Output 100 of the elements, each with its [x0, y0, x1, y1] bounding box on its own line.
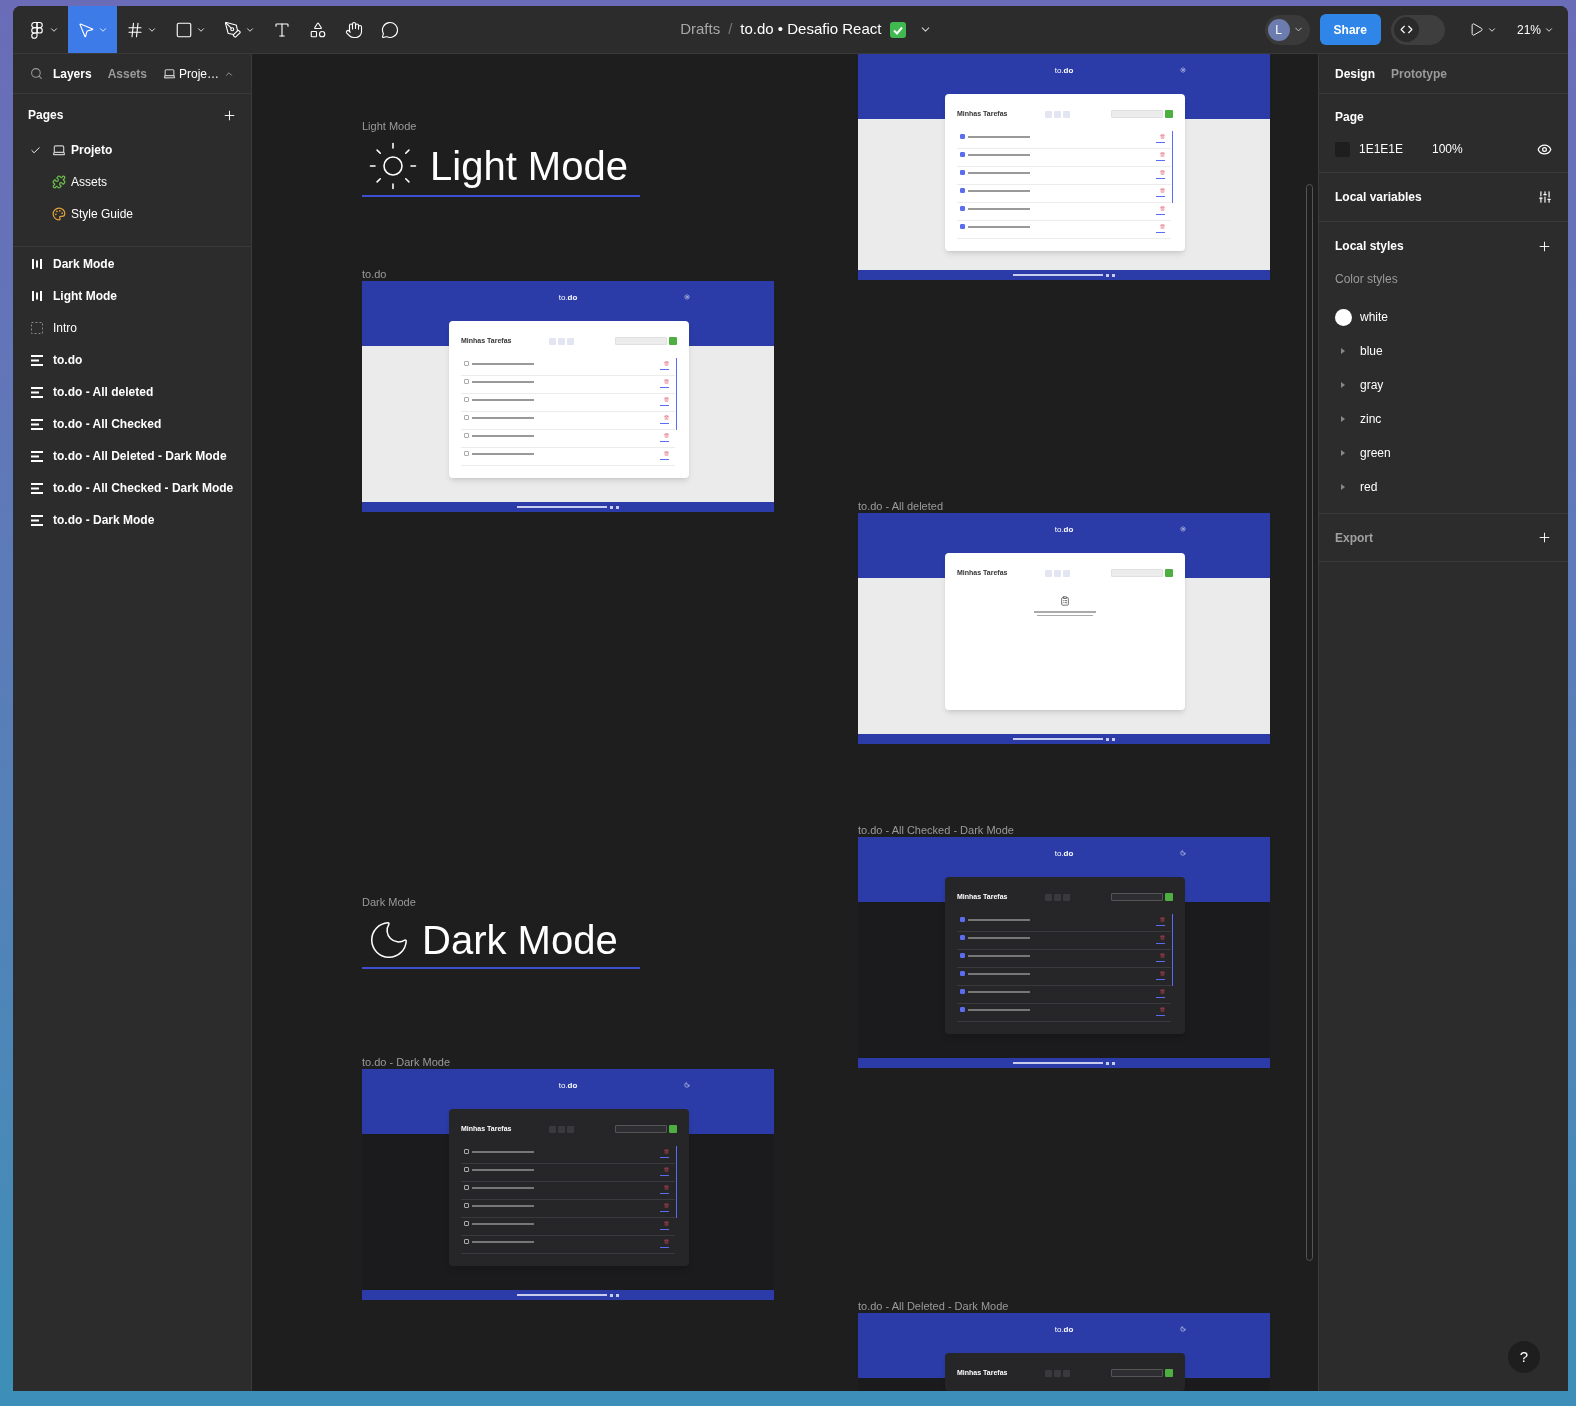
section-title: Export	[1335, 529, 1373, 547]
caret-icon[interactable]	[1339, 483, 1347, 491]
panel-tab[interactable]: Layers	[52, 64, 92, 83]
moon-icon	[684, 1082, 690, 1088]
trash-icon	[1159, 953, 1165, 958]
section-title: Page	[1335, 109, 1365, 126]
caret-icon[interactable]	[1339, 347, 1347, 355]
color-style-item[interactable]: gray	[1319, 368, 1568, 402]
task-input-field	[1111, 569, 1163, 577]
section-title: Local variables	[1335, 189, 1422, 206]
trash-icon	[1159, 152, 1165, 157]
color-style-item[interactable]: green	[1319, 436, 1568, 470]
task-text-line	[968, 973, 1030, 975]
hex-value[interactable]: 1E1E1E	[1359, 140, 1432, 158]
search-icon[interactable]	[30, 67, 43, 80]
lines-icon	[31, 514, 43, 526]
task-text-line	[968, 1009, 1030, 1011]
task-text-line	[472, 417, 534, 419]
layer-item[interactable]: Light Mode	[13, 280, 251, 312]
frame-label[interactable]: Dark Mode	[362, 894, 640, 911]
task-text-line	[968, 172, 1030, 174]
add-task-button	[669, 1125, 677, 1133]
task-text-line	[968, 991, 1030, 993]
date-line	[659, 423, 669, 424]
panel-tab[interactable]: Design	[1335, 64, 1375, 83]
eye-icon[interactable]	[1537, 141, 1552, 157]
layer-item[interactable]: to.do - Dark Mode	[13, 504, 251, 536]
frame-label[interactable]: to.do - All Deleted - Dark Mode	[858, 1298, 1009, 1315]
color-style-item[interactable]: red	[1319, 470, 1568, 504]
page-item[interactable]: Style Guide	[13, 198, 251, 230]
add-icon[interactable]	[222, 107, 237, 123]
task-text-line	[968, 154, 1030, 156]
date-line	[1155, 997, 1165, 998]
trash-icon	[1159, 170, 1165, 175]
dev-mode-toggle[interactable]	[1390, 14, 1445, 45]
color-style-item[interactable]: zinc	[1319, 402, 1568, 436]
file-title[interactable]: to.do • Desafio React	[740, 18, 882, 41]
task-text-line	[968, 955, 1030, 957]
add-task-button	[1165, 893, 1173, 901]
frame-label[interactable]: to.do - All Checked - Dark Mode	[858, 822, 1014, 839]
layer-item[interactable]: Dark Mode	[13, 248, 251, 280]
zoom-menu[interactable]: 21%	[1516, 20, 1554, 39]
layer-item[interactable]: to.do - All Checked - Dark Mode	[13, 472, 251, 504]
moon-icon	[1180, 850, 1186, 856]
frame-label[interactable]: Light Mode	[362, 118, 640, 135]
avatar-button[interactable]: L	[1264, 14, 1310, 45]
trash-icon	[663, 451, 669, 456]
layer-item[interactable]: to.do - All Checked	[13, 408, 251, 440]
date-line	[659, 1157, 669, 1158]
add-task-button	[1165, 110, 1173, 118]
task-text-line	[472, 435, 534, 437]
app-logo: to.do	[1053, 524, 1075, 536]
folder-name[interactable]: Drafts	[680, 18, 721, 41]
color-style-item[interactable]: white	[1319, 300, 1568, 334]
frame-label[interactable]: to.do - All deleted	[858, 498, 943, 515]
frame-label[interactable]: to.do	[362, 266, 387, 283]
pages-title: Pages	[28, 107, 64, 124]
task-text-line	[472, 1151, 534, 1153]
trash-icon	[663, 1185, 669, 1190]
caret-icon[interactable]	[1339, 449, 1347, 457]
trash-icon	[1159, 134, 1165, 139]
app-logo: to.do	[1053, 1324, 1075, 1336]
layer-item[interactable]: to.do - All deleted	[13, 376, 251, 408]
opacity-value[interactable]: 100%	[1432, 140, 1463, 158]
add-icon[interactable]	[1537, 238, 1552, 254]
task-text-line	[968, 226, 1030, 228]
date-line	[1155, 943, 1165, 944]
frame-label[interactable]: to.do - Dark Mode	[362, 1054, 451, 1071]
layer-item[interactable]: to.do	[13, 344, 251, 376]
breadcrumb-separator: /	[728, 19, 733, 40]
layer-item[interactable]: Intro	[13, 312, 251, 344]
add-icon[interactable]	[1537, 530, 1552, 545]
trash-icon	[1159, 1007, 1165, 1012]
present-button[interactable]	[1468, 22, 1497, 37]
date-line	[1155, 214, 1165, 215]
caret-icon[interactable]	[1339, 381, 1347, 389]
page-item[interactable]: Projeto	[13, 134, 251, 166]
panel-tab[interactable]: Prototype	[1391, 64, 1448, 83]
task-input-field	[1111, 1369, 1163, 1377]
caret-icon[interactable]	[1339, 415, 1347, 423]
clipboard-icon	[1060, 596, 1070, 606]
layer-item[interactable]: to.do - All Deleted - Dark Mode	[13, 440, 251, 472]
panel-tab[interactable]: Assets	[107, 64, 147, 83]
trash-icon	[1159, 917, 1165, 922]
lines-icon	[31, 450, 43, 462]
trash-icon	[663, 397, 669, 402]
sun-icon	[1180, 67, 1186, 73]
sliders-icon[interactable]	[1538, 190, 1552, 204]
app-logo-icon	[28, 20, 46, 39]
date-line	[659, 459, 669, 460]
color-style-item[interactable]: blue	[1319, 334, 1568, 368]
check-icon	[30, 144, 41, 156]
hand-icon	[345, 20, 363, 39]
text-icon	[273, 20, 291, 39]
date-line	[659, 1193, 669, 1194]
share-button[interactable]: Share	[1319, 14, 1381, 45]
date-line	[1155, 160, 1165, 161]
page-menu[interactable]: Proje…	[163, 64, 234, 83]
trash-icon	[1159, 935, 1165, 940]
page-item[interactable]: Assets	[13, 166, 251, 198]
